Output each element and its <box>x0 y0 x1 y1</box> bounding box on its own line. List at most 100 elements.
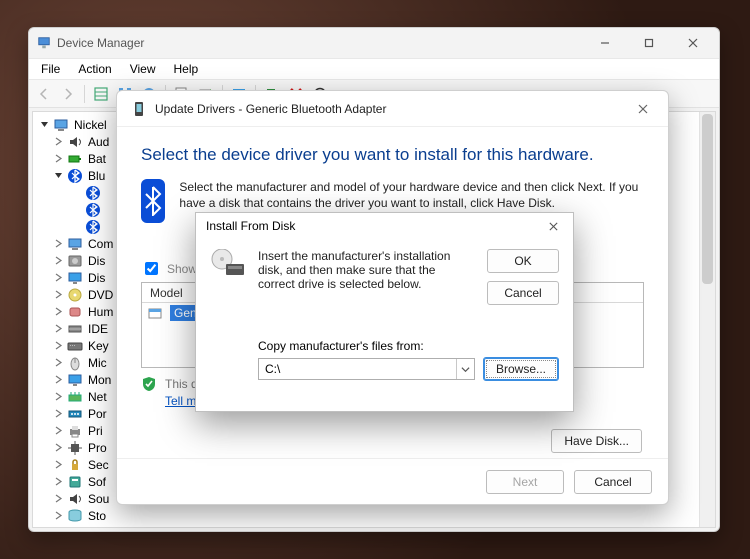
expander-icon[interactable] <box>53 442 64 453</box>
disk-icon <box>67 253 83 269</box>
expander-icon[interactable] <box>53 357 64 368</box>
expander-icon[interactable] <box>53 323 64 334</box>
path-input[interactable] <box>259 362 456 376</box>
expander-icon[interactable] <box>53 170 64 181</box>
expander-icon[interactable] <box>53 510 64 521</box>
expander-icon[interactable] <box>53 374 64 385</box>
expander-icon[interactable] <box>71 221 82 232</box>
tree-scrollbar[interactable] <box>699 112 715 527</box>
install-from-disk-close-button[interactable] <box>537 215 569 237</box>
update-drivers-hint: Select the manufacturer and model of you… <box>179 179 644 211</box>
computer-icon <box>67 236 83 252</box>
toolbar-back-button[interactable] <box>33 83 55 105</box>
device-manager-icon <box>37 36 51 50</box>
expander-icon[interactable] <box>53 306 64 317</box>
expander-icon[interactable] <box>53 289 64 300</box>
update-drivers-titlebar[interactable]: Update Drivers - Generic Bluetooth Adapt… <box>117 91 668 127</box>
tree-node-label: Net <box>86 390 109 404</box>
tree-node-label: Com <box>86 237 115 251</box>
storage-icon <box>67 508 83 524</box>
expander-icon[interactable] <box>53 255 64 266</box>
expander-icon[interactable] <box>53 391 64 402</box>
browse-button[interactable]: Browse... <box>483 357 559 381</box>
dvd-icon <box>67 287 83 303</box>
printer-icon <box>67 423 83 439</box>
tree-node-label: Nickel <box>72 118 109 132</box>
hid-icon <box>67 304 83 320</box>
keyboard-icon <box>67 338 83 354</box>
audio-icon <box>67 134 83 150</box>
update-drivers-close-button[interactable] <box>624 95 662 123</box>
close-button[interactable] <box>671 29 715 57</box>
expander-icon[interactable] <box>53 136 64 147</box>
tree-node-label: Por <box>86 407 109 421</box>
expander-icon[interactable] <box>53 153 64 164</box>
port-icon <box>67 406 83 422</box>
expander-icon[interactable] <box>53 527 64 528</box>
computer-icon <box>53 117 69 133</box>
have-disk-button[interactable]: Have Disk... <box>551 429 642 453</box>
toolbar-forward-button[interactable] <box>57 83 79 105</box>
tree-node-label: DVD <box>86 288 115 302</box>
tree-node-label: Key <box>86 339 111 353</box>
tree-node-label: Blu <box>86 169 107 183</box>
tree-node-label: Dis <box>86 254 107 268</box>
menu-file[interactable]: File <box>33 60 68 78</box>
menu-action[interactable]: Action <box>70 60 119 78</box>
expander-icon[interactable] <box>53 459 64 470</box>
update-drivers-heading: Select the device driver you want to ins… <box>141 145 644 165</box>
install-from-disk-message: Insert the manufacturer's installation d… <box>258 249 472 291</box>
minimize-button[interactable] <box>583 29 627 57</box>
tree-node-label: Sof <box>86 475 108 489</box>
tree-node-label: Sto <box>86 509 108 523</box>
shield-icon <box>141 376 157 392</box>
menu-help[interactable]: Help <box>166 60 207 78</box>
sound-icon <box>67 491 83 507</box>
expander-icon[interactable] <box>53 476 64 487</box>
path-dropdown-button[interactable] <box>456 359 474 379</box>
tree-node-label: Mon <box>86 373 113 387</box>
next-button[interactable]: Next <box>486 470 564 494</box>
ide-icon <box>67 321 83 337</box>
disk-icon <box>210 249 246 277</box>
expander-icon[interactable] <box>39 119 50 130</box>
cancel-button[interactable]: Cancel <box>574 470 652 494</box>
display-icon <box>67 270 83 286</box>
tree-node-label: Sys <box>86 526 110 529</box>
tree-node-label: Hum <box>86 305 115 319</box>
install-from-disk-titlebar[interactable]: Install From Disk <box>196 213 573 239</box>
tree-node-label: Bat <box>86 152 108 166</box>
signed-driver-icon <box>148 306 164 320</box>
copy-files-from-label: Copy manufacturer's files from: <box>258 339 559 353</box>
menu-view[interactable]: View <box>122 60 164 78</box>
tree-node[interactable]: Sto <box>39 507 715 524</box>
expander-icon[interactable] <box>53 493 64 504</box>
mouse-icon <box>67 355 83 371</box>
battery-icon <box>67 151 83 167</box>
bt-icon <box>85 219 101 235</box>
tree-node-label: Pri <box>86 424 105 438</box>
bt-icon <box>85 202 101 218</box>
ifd-cancel-button[interactable]: Cancel <box>487 281 559 305</box>
tree-node-label: Mic <box>86 356 109 370</box>
install-from-disk-title: Install From Disk <box>206 219 537 233</box>
maximize-button[interactable] <box>627 29 671 57</box>
path-combobox[interactable] <box>258 358 475 380</box>
tree-node[interactable]: Sys <box>39 524 715 528</box>
expander-icon[interactable] <box>53 238 64 249</box>
expander-icon[interactable] <box>53 408 64 419</box>
expander-icon[interactable] <box>53 340 64 351</box>
ok-button[interactable]: OK <box>487 249 559 273</box>
system-icon <box>67 525 83 529</box>
show-compatible-input[interactable] <box>145 262 158 275</box>
tree-node-label: IDE <box>86 322 110 336</box>
expander-icon[interactable] <box>53 425 64 436</box>
tree-node-label: Pro <box>86 441 109 455</box>
expander-icon[interactable] <box>71 187 82 198</box>
soft-icon <box>67 474 83 490</box>
net-icon <box>67 389 83 405</box>
expander-icon[interactable] <box>71 204 82 215</box>
toolbar-detail-view-button[interactable] <box>90 83 112 105</box>
expander-icon[interactable] <box>53 272 64 283</box>
device-manager-titlebar[interactable]: Device Manager <box>29 28 719 58</box>
